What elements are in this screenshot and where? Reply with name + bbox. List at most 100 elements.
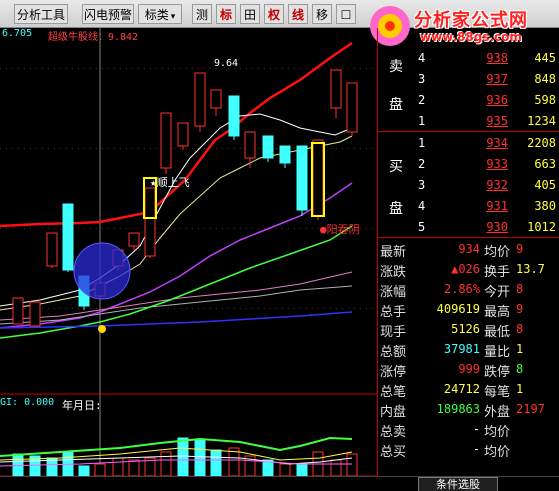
candle-body [177, 122, 189, 147]
volume-bar [128, 459, 140, 477]
price: 931 [486, 199, 508, 213]
stat-label: 涨跌 [380, 265, 407, 280]
volume-bar [177, 437, 189, 477]
stat-label: 内盘 [380, 405, 407, 420]
buy-row[interactable]: 3 932 405 [378, 175, 559, 195]
stat-row: 总笔 24712 每笔 1 [378, 379, 559, 400]
price: 935 [486, 114, 508, 128]
buy-row[interactable]: 1 934 2208 [378, 133, 559, 153]
mark-button[interactable]: 标 [216, 4, 236, 24]
stat-row: 涨幅 2.86% 今开 8 [378, 279, 559, 300]
stat-label: 涨停 [380, 365, 407, 380]
stat-value-2: 2197 [516, 402, 545, 416]
volume: 848 [534, 72, 556, 86]
volume: 663 [534, 157, 556, 171]
highlight-circle [73, 242, 131, 300]
price: 932 [486, 178, 508, 192]
indicator-label: 超级牛股线：9.842 [48, 32, 139, 43]
stat-label-2: 均价 [484, 425, 511, 440]
stat-label: 总手 [380, 305, 407, 320]
cross-marker [98, 325, 106, 333]
stat-row: 总额 37981 量比 1 [378, 339, 559, 360]
volume-bar [330, 459, 342, 477]
volume: 1012 [527, 220, 556, 234]
volume-bar [78, 465, 90, 477]
vol-ma-yellow [0, 447, 353, 461]
volume-bar [160, 451, 172, 477]
stat-label-2: 最高 [484, 305, 511, 320]
volume-label: GI: 0.000 [0, 397, 55, 408]
candle-body [194, 72, 206, 127]
candle-body [330, 69, 342, 109]
stat-label-2: 最低 [484, 325, 511, 340]
stat-label-2: 量比 [484, 345, 511, 360]
sell-row[interactable]: 3 937 848 [378, 69, 559, 89]
measure-button[interactable]: 测 [192, 4, 212, 24]
stat-value: 409619 [436, 302, 480, 316]
stat-value-2: 9 [516, 242, 524, 256]
price: 938 [486, 51, 508, 65]
buy-row[interactable]: 4 931 380 [378, 196, 559, 216]
price: 930 [486, 220, 508, 234]
stat-value-2: 1 [516, 342, 524, 356]
line-button[interactable]: 线 [288, 4, 308, 24]
volume: 2208 [527, 136, 556, 150]
move-button[interactable]: 移 [312, 4, 332, 24]
volume-bar [112, 457, 124, 477]
stat-label: 总额 [380, 345, 407, 360]
candle-body [144, 187, 156, 257]
volume: 1234 [527, 114, 556, 128]
sell-row[interactable]: 4 938 445 [378, 48, 559, 68]
stat-label: 总笔 [380, 385, 407, 400]
candle-body [128, 232, 140, 247]
condition-select-tab[interactable]: 条件选股 [418, 477, 498, 491]
indicator-type-menu[interactable]: 标类 [138, 4, 182, 24]
stat-label: 涨幅 [380, 285, 407, 300]
vol-ma-green [0, 436, 353, 457]
stat-value: 5126 [451, 322, 480, 336]
price: 934 [486, 136, 508, 150]
volume-bar [279, 463, 291, 477]
stat-value: 934 [458, 242, 480, 256]
indicator-prefix: 6.705 [2, 28, 33, 39]
rights-button[interactable]: 权 [264, 4, 284, 24]
level: 5 [418, 220, 426, 234]
stat-row: 总卖 - 均价 [378, 419, 559, 440]
price: 936 [486, 93, 508, 107]
stat-value: - [472, 442, 480, 456]
volume-bar [194, 439, 206, 477]
window-button[interactable]: ☐ [336, 4, 356, 24]
stat-row: 最新 934 均价 9 [378, 239, 559, 260]
candle-body [244, 131, 256, 159]
stat-label: 总买 [380, 445, 407, 460]
stat-value: 24712 [443, 382, 480, 396]
stat-label: 最新 [380, 245, 407, 260]
kline-chart[interactable]: 6.705 超级牛股线：9.842 9.64 ★顺上飞 ●阳吞阴 GI: 0.0… [0, 28, 377, 478]
analysis-tools-menu[interactable]: 分析工具 [14, 4, 68, 24]
stat-label: 总卖 [380, 425, 407, 440]
flash-alert-button[interactable]: 闪电预警 [82, 4, 134, 24]
candle-body [346, 82, 358, 133]
level: 2 [418, 157, 426, 171]
stat-value: 189863 [436, 402, 480, 416]
candle-body [279, 145, 291, 164]
volume: 380 [534, 199, 556, 213]
candle-body [62, 203, 74, 271]
volume: 445 [534, 51, 556, 65]
stat-row: 内盘 189863 外盘 2197 [378, 399, 559, 420]
buy-row[interactable]: 5 930 1012 [378, 217, 559, 237]
sell-row[interactable]: 2 936 598 [378, 90, 559, 110]
candle-body [29, 301, 41, 327]
ma-gray-line [0, 285, 353, 325]
peak-label: 9.64 [214, 58, 239, 69]
candle-body [262, 135, 274, 159]
candle-body [228, 95, 240, 137]
signal-down-label: ●阳吞阴 [320, 223, 360, 236]
buy-row[interactable]: 2 933 663 [378, 154, 559, 174]
stat-label-2: 均价 [484, 245, 511, 260]
stat-label-2: 今开 [484, 285, 511, 300]
candle-body [296, 145, 308, 211]
volume-bar [94, 463, 106, 477]
grid-button[interactable]: 田 [240, 4, 260, 24]
sell-row[interactable]: 1 935 1234 [378, 111, 559, 131]
